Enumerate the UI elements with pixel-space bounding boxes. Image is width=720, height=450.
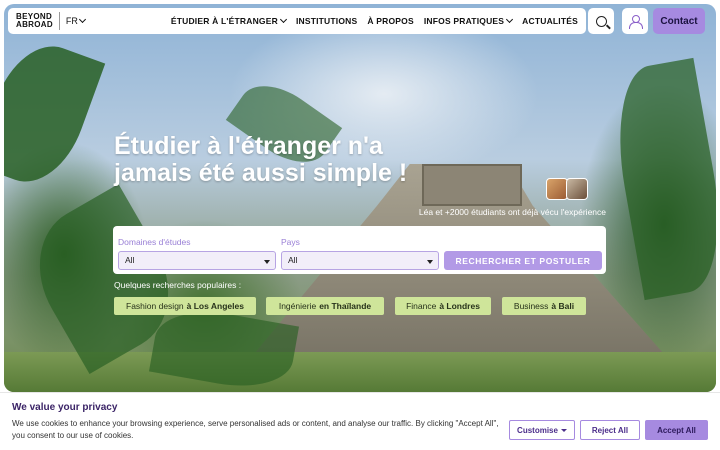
popular-search-chip[interactable]: Business à Bali xyxy=(502,297,586,315)
nav-link-about[interactable]: À PROPOS xyxy=(367,16,413,26)
caret-down-icon xyxy=(264,260,270,264)
students-count-text: Léa et +2000 étudiants ont déjà vécu l'e… xyxy=(418,207,606,217)
nav-link-news[interactable]: ACTUALITÉS xyxy=(522,16,578,26)
popular-search-chip[interactable]: Fashion design à Los Angeles xyxy=(114,297,256,315)
popular-search-chip[interactable]: Ingénierie en Thaïlande xyxy=(266,297,384,315)
nav-link-study-abroad[interactable]: ÉTUDIER À L'ÉTRANGER xyxy=(171,15,287,26)
student-avatars xyxy=(546,178,588,200)
search-icon xyxy=(595,15,607,27)
search-apply-button[interactable]: RECHERCHER ET POSTULER xyxy=(444,251,602,270)
foliage-decoration xyxy=(604,57,716,301)
avatar xyxy=(546,178,568,200)
cookie-banner: We value your privacy We use cookies to … xyxy=(0,392,720,450)
chevron-down-icon xyxy=(78,15,86,24)
customise-button[interactable]: Customise xyxy=(509,420,575,440)
country-label: Pays xyxy=(281,237,300,247)
nav-link-institutions[interactable]: INSTITUTIONS xyxy=(296,16,357,26)
accept-all-button[interactable]: Accept All xyxy=(645,420,708,440)
domain-label: Domaines d'études xyxy=(118,237,191,247)
nav-link-practical-info[interactable]: INFOS PRATIQUES xyxy=(424,15,514,26)
foliage-decoration xyxy=(4,32,106,196)
caret-down-icon xyxy=(427,260,433,264)
search-panel: Domaines d'études All Pays All RECHERCHE… xyxy=(113,226,606,274)
nav-divider xyxy=(58,12,60,30)
user-icon xyxy=(629,14,643,29)
language-selector[interactable]: FR xyxy=(66,15,86,26)
navbar: BEYOND ABROAD FR ÉTUDIER À L'ÉTRANGER IN… xyxy=(8,8,586,34)
account-button[interactable] xyxy=(622,8,648,34)
popular-search-chip[interactable]: Finance à Londres xyxy=(395,297,491,315)
cookie-title: We value your privacy xyxy=(12,402,118,413)
logo[interactable]: BEYOND ABROAD xyxy=(16,13,53,29)
hero-background xyxy=(4,4,716,392)
nav-links: ÉTUDIER À L'ÉTRANGER INSTITUTIONS À PROP… xyxy=(171,15,578,26)
search-button[interactable] xyxy=(588,8,614,34)
domain-select[interactable]: All xyxy=(118,251,276,270)
caret-down-icon xyxy=(560,428,567,432)
popular-searches-label: Quelques recherches populaires : xyxy=(114,280,242,290)
contact-button[interactable]: Contact xyxy=(653,8,705,34)
country-select[interactable]: All xyxy=(281,251,439,270)
hero-headline: Étudier à l'étranger n'a jamais été auss… xyxy=(114,132,408,187)
chevron-down-icon xyxy=(279,15,287,24)
reject-all-button[interactable]: Reject All xyxy=(580,420,640,440)
cookie-text: We use cookies to enhance your browsing … xyxy=(12,419,499,440)
avatar xyxy=(566,178,588,200)
chevron-down-icon xyxy=(506,15,514,24)
